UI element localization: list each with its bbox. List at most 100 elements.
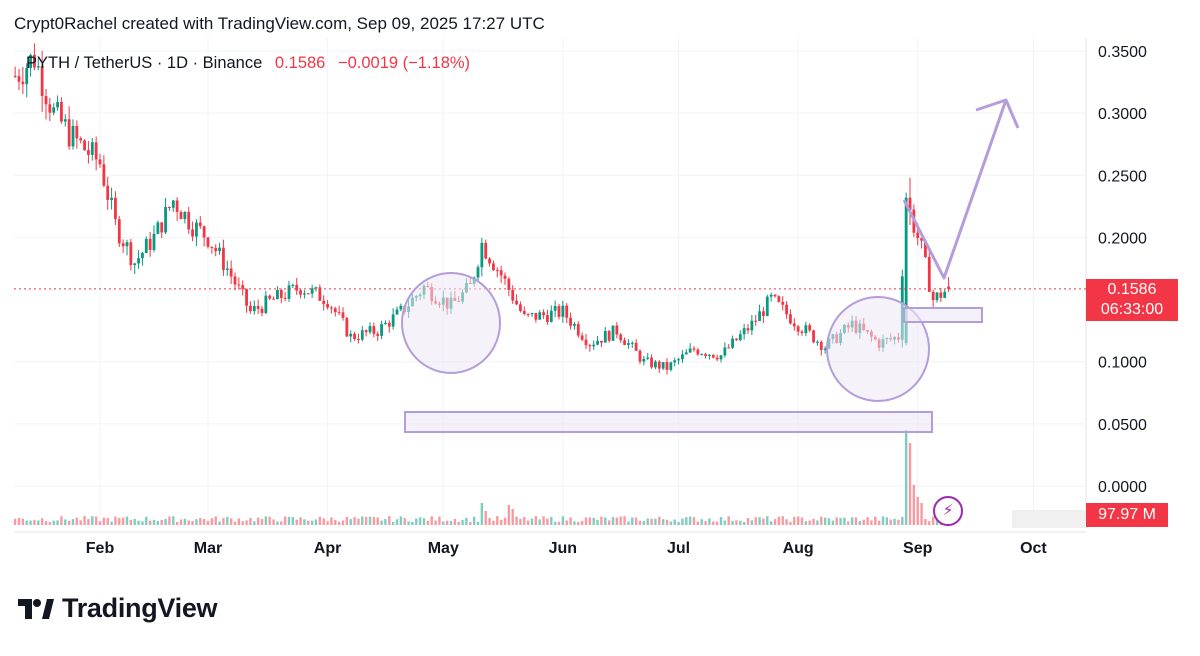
candle-body (480, 242, 484, 268)
candle-body (681, 354, 684, 360)
volume-bar (395, 519, 399, 525)
volume-bar (264, 516, 268, 525)
volume-bar (237, 518, 241, 525)
candle-body (511, 289, 515, 301)
tradingview-logo-icon (18, 598, 54, 619)
volume-bar (445, 520, 449, 525)
candle-body (808, 325, 812, 331)
volume-bar (44, 521, 48, 525)
candle-body (121, 243, 125, 247)
candle-body (87, 150, 90, 155)
candle-body (546, 315, 549, 322)
chart-area[interactable]: 0.3500 0.3000 0.2500 0.2000 0.1000 0.0500 0.00… (0, 0, 1200, 651)
volume-bar (141, 521, 144, 525)
candle-body (765, 296, 769, 316)
volume-bar (40, 518, 44, 525)
candle-body (106, 185, 110, 200)
volume-bar (592, 517, 595, 525)
volume-bar (739, 520, 742, 525)
volume-bar (399, 516, 403, 525)
candle-body (114, 197, 117, 220)
volume-bar (210, 518, 214, 525)
volume-bar (461, 519, 464, 525)
candle-body (152, 233, 156, 250)
volume-bar (785, 519, 788, 525)
tradingview-logo[interactable]: TradingView (16, 593, 218, 624)
candle-body (380, 324, 383, 336)
candle-body (495, 270, 499, 272)
candle-body (44, 96, 48, 105)
volume-bar (538, 519, 541, 525)
candle-body (67, 119, 71, 147)
y-tick-label: 0.2500 (1098, 168, 1147, 185)
candle-body (576, 324, 580, 336)
candle-body (399, 305, 403, 310)
candle-body (191, 229, 194, 237)
volume-bar (796, 516, 800, 525)
x-tick-label: Oct (1020, 540, 1047, 557)
candle-body (549, 310, 553, 322)
volume-bar (233, 521, 237, 525)
volume-bar (307, 520, 310, 525)
volume-bar (17, 517, 21, 525)
candle-body (372, 326, 376, 334)
volume-bar (577, 521, 580, 525)
candle-body (580, 335, 584, 340)
volume-bar (341, 520, 345, 525)
candle-body (735, 338, 738, 341)
volume-bar (98, 521, 102, 525)
volume-bar (442, 521, 445, 525)
candle-body (796, 326, 800, 332)
candle-body (630, 342, 634, 344)
volume-bar (253, 521, 256, 525)
candle-body (110, 197, 113, 200)
candle-body (56, 102, 59, 108)
volume-bar (492, 520, 495, 525)
volume-bar (546, 518, 549, 525)
candle-body (129, 242, 133, 266)
volume-bar (465, 517, 468, 525)
volume-bar (681, 518, 684, 525)
candle-body (364, 330, 368, 333)
lightning-icon[interactable]: ⚡ (933, 496, 963, 526)
volume-bar (569, 517, 572, 525)
volume-bar (156, 520, 160, 525)
volume-bar (874, 516, 877, 525)
candle-body (738, 334, 742, 341)
volume-bar (793, 516, 796, 525)
candle-body (175, 200, 179, 212)
candle-body (322, 300, 326, 305)
volume-bar (256, 517, 260, 525)
volume-bar (83, 516, 86, 525)
candle-body (646, 357, 650, 359)
volume-bar (280, 521, 283, 525)
candle-body (63, 119, 67, 122)
volume-bar (191, 521, 194, 525)
volume-bar (631, 517, 634, 525)
volume-bar (403, 518, 406, 525)
x-tick-label: Mar (194, 540, 222, 557)
volume-bar (658, 516, 661, 525)
volume-bar (418, 517, 422, 525)
volume-bar (835, 517, 838, 525)
candle-body (731, 338, 734, 348)
volume-bar (584, 517, 588, 525)
annotation-circle-may (401, 272, 501, 374)
volume-bar (79, 520, 82, 525)
candle-body (754, 320, 758, 322)
candle-body (503, 275, 507, 279)
volume-bar (121, 517, 125, 525)
volume-bar (870, 520, 873, 525)
candle-body (279, 290, 283, 298)
volume-bar (557, 521, 561, 525)
volume-bar (353, 517, 356, 525)
candle-body (210, 246, 214, 248)
volume-bar (334, 519, 337, 525)
candle-body (727, 347, 731, 349)
candle-body (654, 361, 657, 368)
candle-body (229, 268, 233, 277)
volume-bar (164, 518, 167, 525)
price-chart-svg[interactable]: 0.3500 0.3000 0.2500 0.2000 0.1000 0.0500 0.00… (0, 0, 1200, 651)
volume-bar (361, 516, 364, 525)
candle-body (168, 206, 171, 208)
